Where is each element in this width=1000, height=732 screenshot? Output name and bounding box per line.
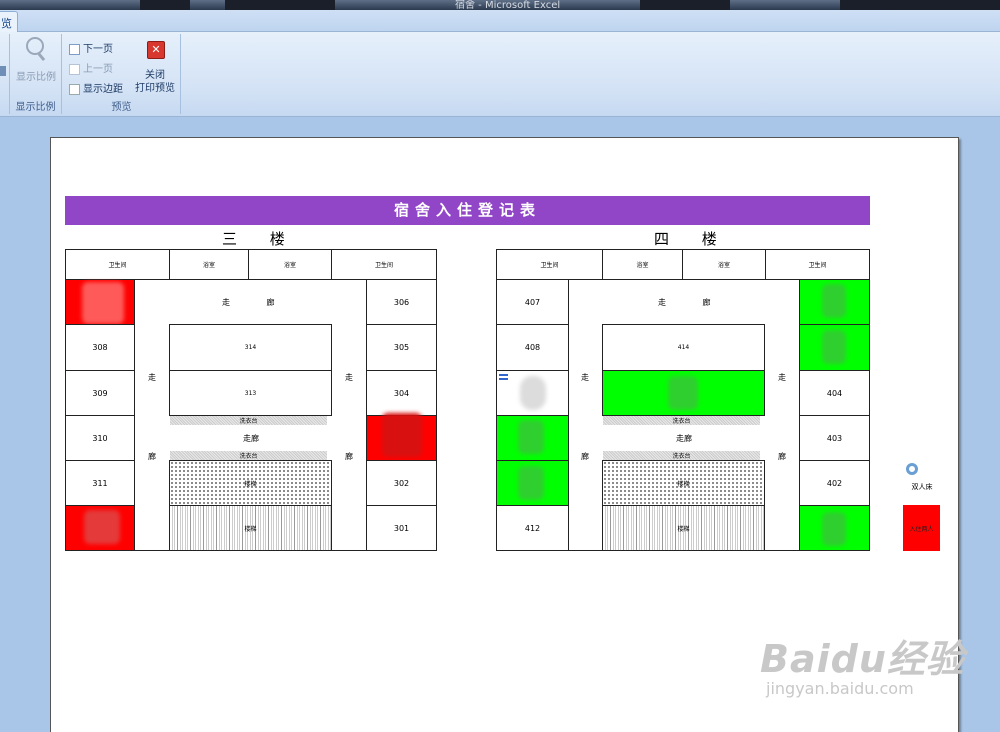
prev-page-button[interactable]: 上一页 <box>69 60 113 75</box>
zoom-button[interactable]: 显示比例 <box>16 68 56 83</box>
next-page-icon <box>69 43 80 55</box>
f4-blur-mark <box>520 376 546 410</box>
f4-bathroom-left: 卫生间 <box>496 249 603 280</box>
f3-room-311: 311 <box>65 460 135 506</box>
f3-side-corridor-right-top: 走 <box>345 373 353 382</box>
f4-laundry-top: 洗衣台 <box>603 416 760 425</box>
ribbon-group-preview-label: 预览 <box>111 102 132 113</box>
baidu-watermark: Baidu经验 jingyan.baidu.com <box>760 628 965 698</box>
f4-middle-corridor: 走廊 <box>676 434 692 443</box>
f3-side-corridor-left-top: 走 <box>148 373 156 382</box>
f4-blur-mark <box>518 420 544 454</box>
f3-shower-2: 浴室 <box>248 249 332 280</box>
f4-side-corridor-left-top: 走 <box>581 373 589 382</box>
f4-room-408: 408 <box>496 324 569 371</box>
f3-middle-corridor: 走廊 <box>243 434 259 443</box>
prev-page-icon <box>69 63 80 75</box>
f3-bathroom-right: 卫生间 <box>331 249 437 280</box>
show-margins-checkbox[interactable]: 显示边距 <box>69 80 123 95</box>
cursor-icon-line <box>499 378 508 380</box>
f3-blur-mark <box>82 282 124 324</box>
ribbon-group-preview: 下一页 上一页 显示边距 ✕ 关闭 打印预览 预览 <box>63 34 181 114</box>
f3-room-313: 313 <box>169 370 332 416</box>
f4-blur-mark <box>668 376 698 410</box>
f4-blur-mark <box>822 512 846 546</box>
title-bar: 宿舍 - Microsoft Excel <box>0 0 1000 11</box>
next-page-label: 下一页 <box>83 44 113 55</box>
f3-side-corridor-right-bottom: 廊 <box>345 452 353 461</box>
f4-side-corridor-right-bottom: 廊 <box>778 452 786 461</box>
f4-room-414: 414 <box>602 324 765 371</box>
ribbon-group-print <box>0 34 10 114</box>
f3-laundry-bottom: 洗衣台 <box>170 451 327 460</box>
magnifier-handle <box>37 52 46 62</box>
legend-occupied-swatch: 入住两人 <box>903 505 940 551</box>
ribbon-tab-strip <box>0 10 1000 32</box>
floor3-title: 三 楼 <box>222 230 299 248</box>
checkbox-icon <box>69 83 80 95</box>
f3-room-314: 314 <box>169 324 332 371</box>
ribbon-group-zoom-label: 显示比例 <box>15 102 56 113</box>
f4-side-corridor-right-top: 走 <box>778 373 786 382</box>
f3-room-306: 306 <box>366 279 437 325</box>
f3-bathroom-left: 卫生间 <box>65 249 170 280</box>
legend-double-bed-label: 双人床 <box>911 483 933 491</box>
f3-room-305: 305 <box>366 324 437 371</box>
magnifier-icon <box>26 37 44 55</box>
f3-side-corridor-left-bottom: 廊 <box>148 452 156 461</box>
f4-room-403: 403 <box>799 415 870 461</box>
show-margins-label: 显示边距 <box>83 84 123 95</box>
f3-blur-mark <box>382 413 422 457</box>
f3-room-308: 308 <box>65 324 135 371</box>
f3-stairs-lower: 楼梯 <box>169 505 332 551</box>
floor4-title: 四 楼 <box>654 230 731 248</box>
f4-bathroom-right: 卫生间 <box>765 249 870 280</box>
f4-room-412: 412 <box>496 505 569 551</box>
f4-corridor-label: 走 廊 <box>658 298 711 307</box>
f4-blur-mark <box>822 330 846 364</box>
ribbon-group-zoom: 显示比例 显示比例 <box>10 34 62 114</box>
f4-shower-1: 浴室 <box>602 249 683 280</box>
f4-shower-2: 浴室 <box>682 249 766 280</box>
tab-print-preview[interactable]: 览 <box>0 11 18 33</box>
close-icon[interactable]: ✕ <box>147 41 165 59</box>
f4-room-407: 407 <box>496 279 569 325</box>
f3-room-310: 310 <box>65 415 135 461</box>
f4-room-404: 404 <box>799 370 870 416</box>
watermark-main: Baidu经验 <box>760 637 965 681</box>
f4-blur-mark <box>822 284 846 318</box>
f4-stairs-upper: 楼梯 <box>602 460 765 506</box>
sheet-title: 宿舍入住登记表 <box>65 196 870 225</box>
f3-stairs-upper: 楼梯 <box>169 460 332 506</box>
f4-blur-mark <box>518 466 544 500</box>
double-bed-icon <box>906 463 918 475</box>
next-page-button[interactable]: 下一页 <box>69 40 113 55</box>
f3-corridor-label: 走 廊 <box>222 298 275 307</box>
print-icon[interactable] <box>0 66 6 76</box>
f3-blur-mark <box>84 510 120 544</box>
prev-page-label: 上一页 <box>83 64 113 75</box>
close-button-line2[interactable]: 打印预览 <box>135 79 175 94</box>
f3-room-304: 304 <box>366 370 437 416</box>
f4-stairs-lower: 楼梯 <box>602 505 765 551</box>
f4-laundry-bottom: 洗衣台 <box>603 451 760 460</box>
f3-room-301: 301 <box>366 505 437 551</box>
f4-room-402: 402 <box>799 460 870 506</box>
f3-laundry-top: 洗衣台 <box>170 416 327 425</box>
cursor-icon <box>499 374 508 376</box>
f3-room-309: 309 <box>65 370 135 416</box>
f3-shower-1: 浴室 <box>169 249 249 280</box>
f4-side-corridor-left-bottom: 廊 <box>581 452 589 461</box>
f3-room-302: 302 <box>366 460 437 506</box>
